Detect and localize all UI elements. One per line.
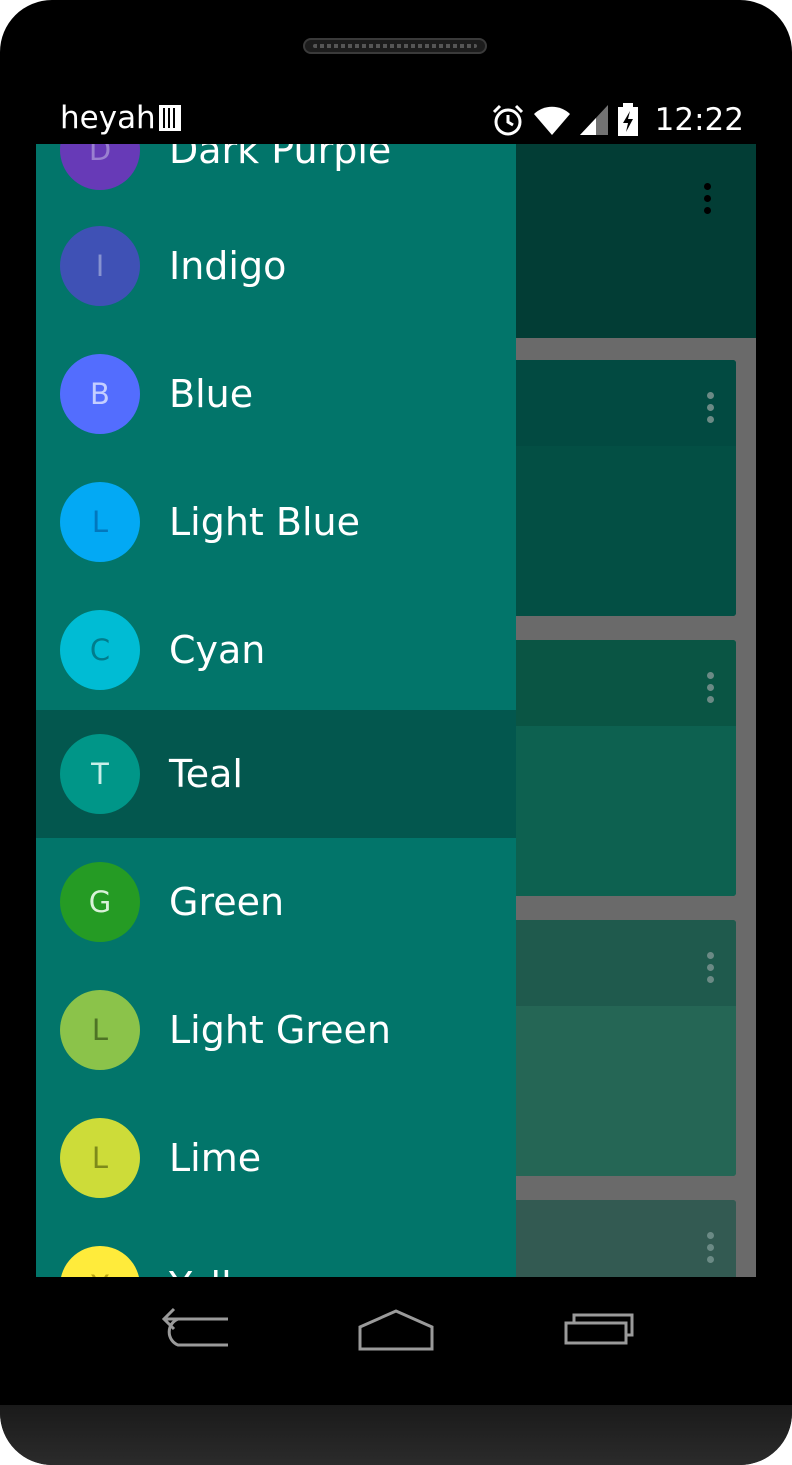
- earpiece-speaker: [303, 38, 487, 54]
- card-overflow-icon[interactable]: [707, 672, 715, 708]
- drawer-item-cyan[interactable]: C Cyan: [36, 586, 516, 714]
- overflow-menu-icon[interactable]: [704, 183, 712, 219]
- home-icon[interactable]: [336, 1301, 456, 1361]
- color-avatar: G: [60, 862, 140, 942]
- drawer-item-label: Green: [169, 880, 285, 924]
- system-nav-bar: [36, 1277, 756, 1405]
- sim-icon: [159, 105, 181, 131]
- status-icons: 12:22: [491, 100, 744, 140]
- drawer-item-label: Light Green: [169, 1008, 391, 1052]
- drawer-item-label: Indigo: [169, 244, 287, 288]
- drawer-item-teal[interactable]: T Teal: [36, 710, 516, 838]
- color-avatar: I: [60, 226, 140, 306]
- drawer-item-yellow[interactable]: Y Yellow: [36, 1222, 516, 1277]
- back-icon[interactable]: [136, 1301, 256, 1361]
- app-screen: D Dark Purple I Indigo B Blue L Light Bl…: [36, 144, 756, 1277]
- drawer-item-light-green[interactable]: L Light Green: [36, 966, 516, 1094]
- wifi-icon: [533, 106, 570, 135]
- drawer-item-label: Yellow: [169, 1260, 286, 1277]
- alarm-icon: [492, 104, 523, 136]
- drawer-item-blue[interactable]: B Blue: [36, 330, 516, 458]
- clock: 12:22: [654, 102, 744, 138]
- drawer-item-label: Cyan: [169, 628, 266, 672]
- drawer-item-green[interactable]: G Green: [36, 838, 516, 966]
- color-avatar: L: [60, 1118, 140, 1198]
- battery-charging-icon: [617, 103, 638, 136]
- recent-apps-icon[interactable]: [538, 1301, 658, 1361]
- color-avatar: Y: [60, 1246, 140, 1277]
- carrier-name: heyah: [60, 100, 156, 136]
- phone-frame: heyah 12:22 D Dark Purple I Indigo B Blu…: [0, 0, 792, 1465]
- card-overflow-icon[interactable]: [707, 392, 715, 428]
- phone-chin: [0, 1405, 792, 1465]
- drawer-item-light-blue[interactable]: L Light Blue: [36, 458, 516, 586]
- color-avatar: C: [60, 610, 140, 690]
- color-avatar: L: [60, 482, 140, 562]
- drawer-item-label: Teal: [169, 752, 243, 796]
- color-avatar: L: [60, 990, 140, 1070]
- drawer-item-indigo[interactable]: I Indigo: [36, 202, 516, 330]
- drawer-item-label: Blue: [169, 372, 254, 416]
- color-avatar: D: [60, 144, 140, 190]
- card-overflow-icon[interactable]: [707, 952, 715, 988]
- card-overflow-icon[interactable]: [707, 1232, 715, 1268]
- signal-icon: [579, 105, 608, 135]
- drawer-item-lime[interactable]: L Lime: [36, 1094, 516, 1222]
- color-avatar: B: [60, 354, 140, 434]
- navigation-drawer: D Dark Purple I Indigo B Blue L Light Bl…: [36, 144, 516, 1277]
- drawer-item-label: Lime: [169, 1136, 262, 1180]
- drawer-item-label: Dark Purple: [169, 144, 392, 172]
- drawer-item-label: Light Blue: [169, 500, 361, 544]
- color-avatar: T: [60, 734, 140, 814]
- status-bar: heyah 12:22: [36, 92, 756, 144]
